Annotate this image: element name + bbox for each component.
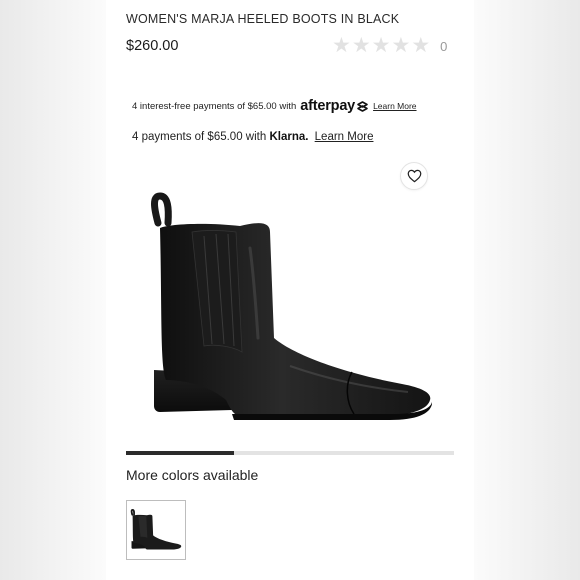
review-count: 0	[440, 38, 448, 54]
product-title: WOMEN'S MARJA HEELED BOOTS IN BLACK	[126, 12, 400, 26]
afterpay-learn-more-link[interactable]: Learn More	[373, 101, 416, 111]
klarna-text: 4 payments of $65.00 with	[132, 131, 267, 143]
klarna-message: 4 payments of $65.00 with Klarna. Learn …	[132, 131, 373, 143]
product-rating[interactable]: ★ ★ ★ ★ ★ 0	[332, 34, 448, 57]
gallery-progress-fill	[126, 451, 235, 455]
rating-stars: ★ ★ ★ ★ ★	[332, 34, 431, 57]
star-icon: ★	[391, 34, 411, 57]
star-icon: ★	[332, 34, 351, 57]
afterpay-logo: afterpay	[300, 98, 356, 114]
wishlist-button[interactable]	[400, 162, 428, 190]
afterpay-message: 4 interest-free payments of $65.00 with …	[132, 98, 417, 114]
color-swatch-black[interactable]	[126, 500, 186, 560]
gallery-progress-bar[interactable]	[126, 451, 454, 455]
heart-outline-icon	[407, 169, 421, 183]
afterpay-logo-icon	[357, 100, 368, 112]
product-price: $260.00	[126, 38, 179, 54]
afterpay-text: 4 interest-free payments of $65.00 with	[132, 100, 297, 112]
star-icon: ★	[351, 34, 371, 57]
product-image[interactable]	[140, 188, 440, 428]
klarna-logo: Klarna.	[269, 131, 309, 143]
star-icon: ★	[411, 34, 431, 57]
swatch-thumbnail	[130, 508, 182, 550]
more-colors-heading: More colors available	[126, 467, 259, 483]
star-icon: ★	[371, 34, 391, 57]
klarna-learn-more-link[interactable]: Learn More	[315, 131, 374, 143]
